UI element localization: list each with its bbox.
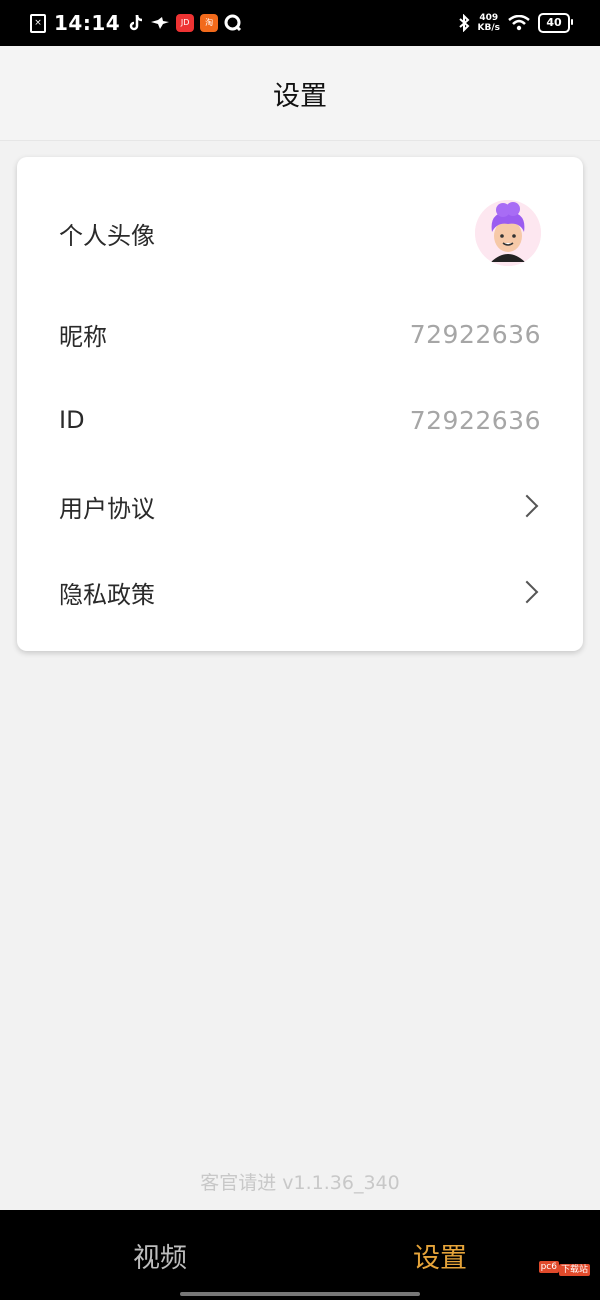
bluetooth-icon [458,14,470,32]
nickname-row[interactable]: 昵称 72922636 [17,293,583,375]
network-speed: 409 KB/s [478,13,500,33]
user-agreement-label: 用户协议 [59,494,155,523]
tiktok-icon [128,14,144,32]
battery-icon: 40 [538,13,573,33]
privacy-policy-label: 隐私政策 [59,580,155,609]
nav-tab-settings[interactable]: 设置 [360,1210,520,1300]
watermark-tag: 下载站 [558,1264,590,1276]
status-bar: × 14:14 JD 淘 409 KB/s 40 [0,0,600,46]
id-label: ID [59,406,85,434]
privacy-policy-row[interactable]: 隐私政策 [17,551,583,633]
wifi-icon [508,15,530,31]
settings-card: 个人头像 昵称 72922636 ID 72922636 用户协议 隐私政策 [17,157,583,651]
browser-q-icon [224,14,242,32]
user-agreement-row[interactable]: 用户协议 [17,465,583,547]
avatar[interactable] [475,200,541,266]
avatar-label: 个人头像 [59,221,155,250]
nickname-value: 72922636 [409,319,541,349]
id-row: ID 72922636 [17,379,583,461]
page-header: 设置 [0,46,600,141]
app-version: 客官请进 v1.1.36_340 [200,1172,400,1194]
status-time: 14:14 [54,11,121,35]
bird-app-icon [150,16,170,30]
home-indicator[interactable] [180,1292,420,1296]
nav-tab-videos[interactable]: 视频 [80,1210,240,1300]
network-speed-unit: KB/s [477,23,500,33]
watermark-logo: pc6 下载站 [538,1261,590,1287]
shopping-app-icon: JD [176,14,195,32]
page-title: 设置 [273,80,327,112]
watermark-main: pc6 [538,1261,559,1273]
avatar-row[interactable]: 个人头像 [17,193,583,273]
chevron-right-icon [515,580,539,604]
taobao-app-icon: 淘 [200,14,219,32]
id-value: 72922636 [409,405,541,435]
document-icon: × [30,13,46,33]
bottom-nav: 视频 设置 [0,1210,600,1300]
network-speed-value: 409 [479,13,499,23]
nickname-label: 昵称 [59,322,107,351]
chevron-right-icon [515,494,539,518]
